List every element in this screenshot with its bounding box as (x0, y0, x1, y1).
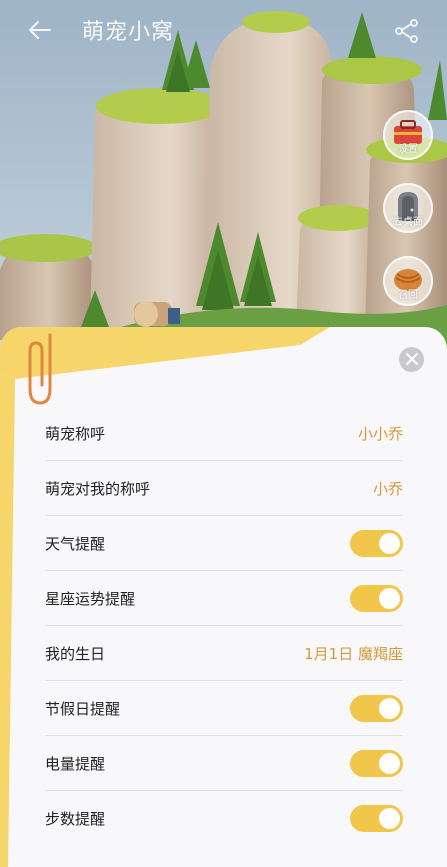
setting-row-birthday[interactable]: 我的生日 1月1日 魔羯座 (45, 626, 403, 681)
horoscope-reminder-toggle[interactable] (350, 584, 403, 612)
setting-label: 步数提醒 (45, 809, 106, 828)
setting-row-pet-name[interactable]: 萌宠称呼 小小乔 (45, 406, 403, 461)
back-arrow-icon (28, 20, 52, 44)
recall-side-button[interactable]: 召回 (383, 256, 433, 306)
share-icon (394, 18, 420, 48)
setting-row-horoscope-reminder: 星座运势提醒 (45, 571, 403, 626)
toggle-knob (379, 532, 400, 554)
setting-label: 我的生日 (45, 644, 106, 663)
toggle-knob (379, 697, 400, 719)
setting-row-holiday-reminder: 节假日提醒 (45, 681, 403, 736)
setting-row-steps-reminder: 步数提醒 (45, 791, 403, 845)
page-title: 萌宠小窝 (82, 20, 175, 45)
share-button[interactable] (392, 18, 422, 48)
steps-reminder-toggle[interactable] (350, 804, 403, 832)
battery-reminder-toggle[interactable] (350, 749, 403, 777)
setting-value: 小小乔 (357, 424, 403, 443)
settings-side-button[interactable]: 设置 (383, 110, 433, 160)
go-desktop-side-button[interactable]: 去桌面 (383, 183, 433, 233)
close-icon (405, 350, 418, 369)
setting-row-pet-calls-me[interactable]: 萌宠对我的称呼 小乔 (45, 461, 403, 516)
side-button-label: 召回 (398, 290, 418, 301)
holiday-reminder-toggle[interactable] (350, 694, 403, 722)
setting-row-battery-reminder: 电量提醒 (45, 736, 403, 791)
setting-label: 星座运势提醒 (45, 589, 136, 608)
setting-label: 天气提醒 (45, 534, 106, 553)
setting-label: 萌宠对我的称呼 (45, 479, 151, 498)
back-button[interactable] (22, 16, 58, 48)
toggle-knob (379, 807, 400, 829)
setting-label: 节假日提醒 (45, 699, 121, 718)
weather-reminder-toggle[interactable] (350, 529, 403, 557)
side-button-label: 去桌面 (393, 217, 423, 228)
toggle-knob (379, 752, 400, 774)
setting-row-weather-reminder: 天气提醒 (45, 516, 403, 571)
setting-label: 电量提醒 (45, 754, 106, 773)
side-button-label: 设置 (398, 144, 418, 155)
setting-value: 1月1日 魔羯座 (304, 644, 403, 663)
top-bar: 萌宠小窝 (0, 0, 447, 64)
setting-label: 萌宠称呼 (45, 424, 106, 443)
setting-value: 小乔 (372, 479, 403, 498)
close-button[interactable] (399, 347, 424, 372)
settings-sheet: 萌宠称呼 小小乔 萌宠对我的称呼 小乔 天气提醒 星座运势提醒 我的生日 1月1… (0, 327, 447, 867)
toggle-knob (379, 587, 400, 609)
settings-list: 萌宠称呼 小小乔 萌宠对我的称呼 小乔 天气提醒 星座运势提醒 我的生日 1月1… (45, 406, 403, 845)
